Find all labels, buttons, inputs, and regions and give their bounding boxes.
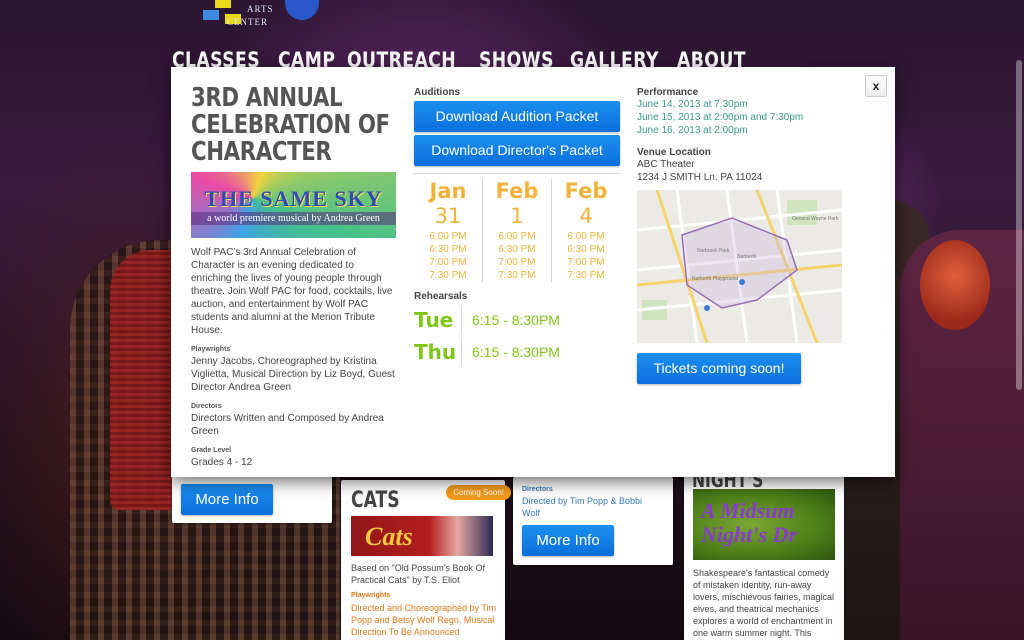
audition-day: 1 [510,204,524,228]
directors-value: Directed by Tim Popp & Bobbi Wolf [522,496,643,518]
card-title: CATS [351,488,400,513]
show-details-modal: x 3RD ANNUAL CELEBRATION OF CHARACTER TH… [171,67,895,477]
audition-dates: Jan 31 6:00 PM 6:30 PM 7:00 PM 7:30 PM F… [414,173,620,282]
download-directors-packet-button[interactable]: Download Director's Packet [414,135,620,166]
venue-name: ABC Theater [637,159,695,170]
site-logo[interactable]: ARTS CENTER [185,0,335,30]
audition-time: 7:30 PM [498,270,536,281]
more-info-button[interactable]: More Info [181,484,273,515]
card-description: Shakespeare's fantastical comedy of mist… [693,568,835,638]
auditions-column: Auditions Download Audition Packet Downl… [414,87,620,366]
performance-date: June 15, 2013 at 2:00pm and 7:30pm [637,112,804,123]
audition-time: 7:30 PM [567,270,605,281]
audition-date: Feb 1 6:00 PM 6:30 PM 7:00 PM 7:30 PM [483,179,552,282]
rehearsal-row: Thu 6:15 - 8:30PM [414,338,620,366]
rehearsal-day: Thu [414,338,462,366]
rehearsal-time: 6:15 - 8:30PM [472,312,560,328]
show-info-column: 3RD ANNUAL CELEBRATION OF CHARACTER THE … [191,85,396,469]
audition-month: Feb [564,179,608,203]
audition-month: Feb [495,179,539,203]
audition-time: 6:30 PM [567,244,605,255]
card-description: Based on "Old Possum's Book Of Practical… [351,563,485,585]
playwrights-value: Jenny Jacobs, Choreographed by Kristina … [191,356,395,393]
venue-heading: Venue Location [637,147,711,158]
show-card-3: Directors Directed by Tim Popp & Bobbi W… [513,477,673,565]
directors-label: Directors [191,403,222,410]
rehearsal-day: Tue [414,306,462,334]
audition-time: 7:00 PM [567,257,605,268]
show-poster-image: THE SAME SKY a world premiere musical by… [191,172,396,238]
grade-level-label: Grade Level [191,447,232,454]
audition-time: 6:30 PM [429,244,467,255]
cats-show-image[interactable]: Cats [351,516,493,556]
logo-tile [203,10,219,20]
cats-image-text: Cats [365,522,413,551]
rehearsal-time: 6:15 - 8:30PM [472,344,560,360]
logo-tile [215,0,231,8]
audition-time: 6:00 PM [498,231,536,242]
show-title: 3RD ANNUAL CELEBRATION OF CHARACTER [191,83,390,167]
performance-column: Performance June 14, 2013 at 7:30pm June… [637,87,847,384]
logo-word-center: CENTER [227,17,268,27]
auditions-heading: Auditions [414,87,461,98]
show-card-1: More Info [172,470,332,523]
audition-day: 4 [579,204,593,228]
logo-word-arts: ARTS [247,4,274,14]
show-card-midsummer: NIGHT'S DREAM A Midsum Night's Dr Shakes… [684,468,844,640]
venue-address: 1234 J SMITH Ln. PA 11024 [637,172,763,183]
svg-text:Narbrook Park: Narbrook Park [697,248,730,254]
download-audition-packet-button[interactable]: Download Audition Packet [414,101,620,132]
show-card-cats: CATS Coming Soon! Cats Based on "Old Pos… [341,480,511,640]
audition-month: Jan [429,179,467,203]
audition-time: 7:00 PM [498,257,536,268]
performance-heading: Performance [637,87,699,98]
grade-level-value: Grades 4 - 12 [191,457,253,468]
playwrights-label: Playwrights [351,592,391,599]
performance-date: June 16, 2013 at 2:00pm [637,125,748,136]
playwrights-value: Directed and Choreographed by Tim Popp a… [351,603,497,637]
venue-map[interactable]: Narbrook Park Narberth Narberth Playgrou… [637,190,842,343]
poster-title: THE SAME SKY [204,186,383,211]
audition-day: 31 [434,204,462,228]
map-graphic: Narbrook Park Narberth Narberth Playgrou… [637,190,842,343]
rehearsals-heading: Rehearsals [414,291,468,302]
svg-text:General Wayne Park: General Wayne Park [792,216,839,222]
more-info-button[interactable]: More Info [522,525,614,556]
playwrights-label: Playwrights [191,346,231,353]
audition-time: 7:30 PM [429,270,467,281]
show-description: Wolf PAC's 3rd Annual Celebration of Cha… [191,247,393,336]
page-scrollbar[interactable] [1016,60,1022,390]
poster-subtitle: a world premiere musical by Andrea Green [191,212,396,225]
audition-time: 6:00 PM [429,231,467,242]
audition-date: Jan 31 6:00 PM 6:30 PM 7:00 PM 7:30 PM [414,179,483,282]
audition-time: 6:00 PM [567,231,605,242]
directors-label: Directors [522,486,553,493]
rehearsal-row: Tue 6:15 - 8:30PM [414,306,620,334]
midsummer-image-text: A Midsum Night's Dr [701,498,797,547]
music-note-icon [285,0,319,20]
midsummer-show-image[interactable]: A Midsum Night's Dr [693,489,835,560]
audition-time: 7:00 PM [429,257,467,268]
svg-text:Narberth Playground: Narberth Playground [692,276,738,282]
background-red-hair [920,240,990,330]
close-button[interactable]: x [865,75,887,97]
audition-time: 6:30 PM [498,244,536,255]
svg-text:Narberth: Narberth [737,254,757,260]
performance-date: June 14, 2013 at 7:30pm [637,99,748,110]
tickets-button[interactable]: Tickets coming soon! [637,353,801,384]
directors-value: Directors Written and Composed by Andrea… [191,413,384,437]
audition-date: Feb 4 6:00 PM 6:30 PM 7:00 PM 7:30 PM [552,179,620,282]
coming-soon-badge: Coming Soon! [446,485,511,500]
